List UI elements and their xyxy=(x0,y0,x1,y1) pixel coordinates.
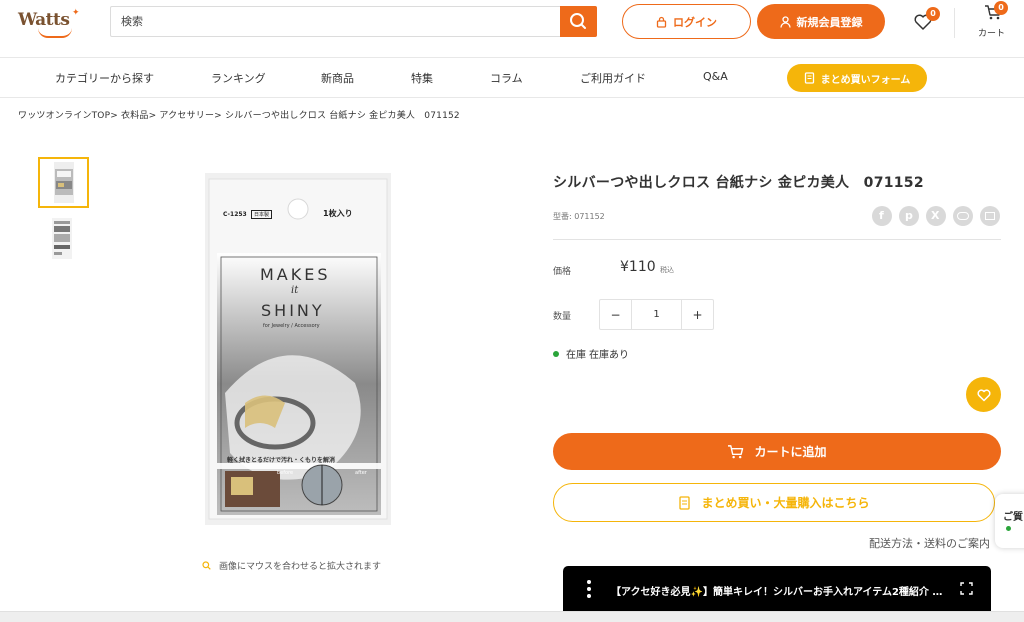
price-label: 価格 xyxy=(553,267,572,277)
package-code: C-1253 xyxy=(223,211,247,218)
video-title: 【アクセ好き必見✨】簡単キレイ！シルバーお手入れアイテム2種紹介 大... xyxy=(611,587,951,598)
cart-button[interactable]: 0 カート xyxy=(972,1,1012,42)
product-title: シルバーつや出しクロス 台紙ナシ 金ピカ美人 071152 xyxy=(553,175,924,191)
nav-item-ranking[interactable]: ランキング xyxy=(211,70,266,86)
search-input[interactable] xyxy=(111,7,561,36)
package-count: 1枚入り xyxy=(323,209,353,218)
quantity-label: 数量 xyxy=(553,312,572,322)
product-price: ¥110 xyxy=(620,259,656,275)
login-label: ログイン xyxy=(673,15,717,29)
nav-item-features[interactable]: 特集 xyxy=(411,70,433,86)
document-icon xyxy=(679,495,691,510)
nav-item-qa[interactable]: Q&A xyxy=(703,70,728,83)
thumbnail-1[interactable] xyxy=(38,157,89,208)
fullscreen-icon[interactable] xyxy=(960,582,973,595)
favorites-count-badge: 0 xyxy=(926,7,940,21)
watts-logo[interactable]: Watts ✦ xyxy=(18,8,82,38)
bulk-purchase-button[interactable]: まとめ買い・大量購入はこちら xyxy=(553,483,995,522)
main-product-image[interactable]: C-1253 日本製 1枚入り MAKES it SHINY for Jewel… xyxy=(205,173,391,525)
zoom-hint-text: 画像にマウスを合わせると拡大されます xyxy=(219,562,382,572)
thumbnail-2[interactable] xyxy=(38,215,89,266)
cart-label: カート xyxy=(978,29,1006,39)
register-button[interactable]: 新規会員登録 xyxy=(757,4,885,39)
add-to-cart-label: カートに追加 xyxy=(754,445,827,459)
product-thumbnail-back-image xyxy=(52,218,72,259)
quantity-input[interactable] xyxy=(632,300,681,329)
package-brand-line2: SHINY xyxy=(261,301,325,320)
pinterest-share-icon[interactable]: p xyxy=(899,206,919,226)
mail-share-icon[interactable] xyxy=(980,206,1000,226)
logo-spark-icon: ✦ xyxy=(72,8,80,18)
logo-smile-icon xyxy=(38,28,72,38)
package-made-in: 日本製 xyxy=(251,210,273,219)
nav-item-column[interactable]: コラム xyxy=(490,70,523,86)
bulk-form-label: まとめ買いフォーム xyxy=(820,74,911,86)
package-after-label: after xyxy=(355,470,367,476)
info-divider xyxy=(553,239,1001,240)
more-options-icon[interactable] xyxy=(587,580,591,598)
video-player-bar[interactable]: 【アクセ好き必見✨】簡単キレイ！シルバーお手入れアイテム2種紹介 大... xyxy=(563,566,991,611)
main-nav: カテゴリーから探す ランキング 新商品 特集 コラム ご利用ガイド Q&A まと… xyxy=(0,58,1024,98)
search-icon xyxy=(570,13,586,29)
logo-text: Watts xyxy=(18,10,70,30)
user-icon xyxy=(779,15,791,28)
window-bottom-edge xyxy=(0,611,1024,622)
lock-icon xyxy=(656,16,667,28)
product-model-number: 型番: 071152 xyxy=(553,212,605,221)
package-bottom-text: 軽く拭きとるだけで汚れ・くもりを解消 xyxy=(227,457,336,464)
stock-status-text: 在庫あり xyxy=(589,350,629,361)
bulk-form-button[interactable]: まとめ買いフォーム xyxy=(787,64,927,92)
add-to-cart-button[interactable]: カートに追加 xyxy=(553,433,1001,470)
stock-status: 在庫 在庫あり xyxy=(553,346,629,361)
site-header: Watts ✦ ログイン 新規会員登録 0 xyxy=(0,0,1024,58)
login-button[interactable]: ログイン xyxy=(622,4,751,39)
package-subtitle: for Jewelry / Accessory xyxy=(263,323,320,329)
shipping-info-link[interactable]: 配送方法・送料のご案内 xyxy=(869,535,990,551)
nav-item-guide[interactable]: ご利用ガイド xyxy=(580,70,646,86)
package-brand-line1: MAKES xyxy=(260,265,331,284)
status-dot-icon xyxy=(1006,526,1011,531)
quantity-increase-button[interactable]: + xyxy=(681,300,713,329)
cart-count-badge: 0 xyxy=(994,1,1008,15)
tax-label: 税込 xyxy=(660,266,674,274)
add-to-favorites-button[interactable] xyxy=(966,377,1001,412)
header-divider xyxy=(954,8,955,38)
document-icon xyxy=(804,72,814,84)
nav-item-categories[interactable]: カテゴリーから探す xyxy=(55,70,154,86)
product-thumbnail-image xyxy=(54,162,74,203)
nav-item-new-products[interactable]: 新商品 xyxy=(321,70,354,86)
package-brand-it: it xyxy=(291,285,299,296)
side-panel-text: ご質 xyxy=(1003,512,1023,523)
in-stock-dot-icon xyxy=(553,350,559,357)
package-before-label: before xyxy=(277,470,294,476)
magnifier-icon xyxy=(202,561,211,570)
zoom-hint: 画像にマウスを合わせると拡大されます xyxy=(202,559,381,572)
side-panel-tab[interactable]: ご質 xyxy=(995,494,1024,548)
x-share-icon[interactable]: X xyxy=(926,206,946,226)
quantity-stepper: − + xyxy=(599,299,714,330)
line-share-icon[interactable] xyxy=(953,206,973,226)
heart-icon xyxy=(976,388,991,401)
favorites-button[interactable]: 0 xyxy=(912,7,940,33)
quantity-decrease-button[interactable]: − xyxy=(600,300,632,329)
cart-icon xyxy=(728,445,744,459)
stock-label: 在庫 xyxy=(566,350,586,361)
breadcrumb[interactable]: ワッツオンラインTOP> 衣料品> アクセサリー> シルバーつや出しクロス 台紙… xyxy=(18,108,460,121)
register-label: 新規会員登録 xyxy=(796,15,863,29)
search-button[interactable] xyxy=(560,6,597,37)
bulk-purchase-label: まとめ買い・大量購入はこちら xyxy=(701,496,870,510)
facebook-share-icon[interactable]: f xyxy=(872,206,892,226)
search-box xyxy=(110,6,597,37)
